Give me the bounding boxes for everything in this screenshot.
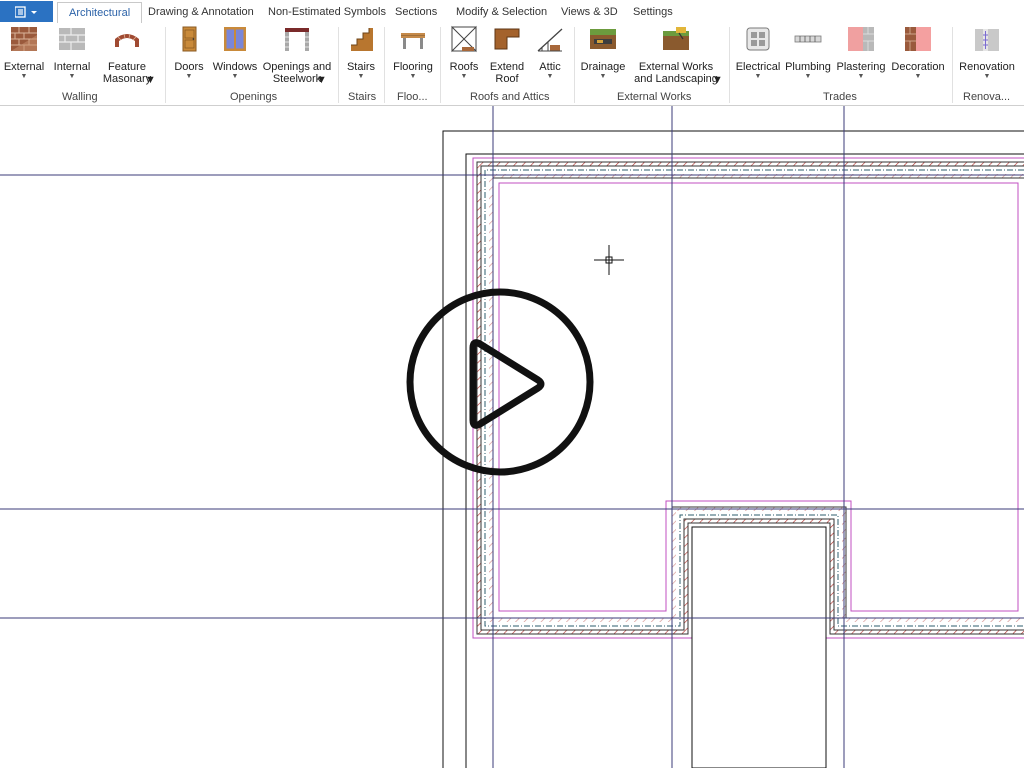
group-separator: [440, 27, 441, 103]
feature-arch-icon: [115, 33, 139, 47]
extend-roof-button[interactable]: Extend Roof: [486, 25, 528, 85]
tab-sections[interactable]: Sections: [384, 2, 448, 22]
group-separator: [952, 27, 953, 103]
doors-button[interactable]: Doors ▼: [170, 25, 208, 81]
application-menu-button[interactable]: [0, 1, 53, 22]
internal-wall-button[interactable]: Internal ▼: [50, 25, 94, 81]
group-label-roofs-attics: Roofs and Attics: [470, 91, 550, 103]
group-separator: [574, 27, 575, 103]
chevron-down-icon: ▼: [20, 73, 28, 80]
menu-icon: [14, 5, 37, 18]
brick-wall-icon: [11, 27, 37, 51]
group-label-openings: Openings: [230, 91, 278, 103]
plumbing-label: Plumbing: [785, 61, 831, 73]
attic-icon: [537, 28, 563, 52]
chevron-down-icon: ▼: [460, 73, 468, 80]
steel-opening-icon: [285, 28, 309, 51]
chevron-down-icon: ▼: [804, 73, 812, 80]
ribbon-panel: External ▼ Internal ▼ Feature Masonary ▼…: [0, 23, 1024, 106]
renovation-label: Renovation: [959, 61, 1015, 73]
door-icon: [182, 26, 197, 52]
extend-roof-icon: [494, 28, 520, 50]
chevron-down-icon: ▼: [68, 73, 76, 80]
chevron-down-icon: ▼: [712, 74, 723, 86]
bay-inner-box: [691, 526, 827, 768]
chevron-down-icon: ▼: [316, 74, 327, 86]
tab-settings[interactable]: Settings: [622, 2, 684, 22]
chevron-down-icon: ▼: [754, 73, 762, 80]
doors-label: Doors: [174, 61, 204, 73]
group-label-trades: Trades: [823, 91, 857, 103]
tab-non-estimated-symbols[interactable]: Non-Estimated Symbols: [257, 2, 397, 22]
group-label-walling: Walling: [62, 91, 98, 103]
drainage-icon: [590, 29, 616, 49]
chevron-down-icon: ▼: [914, 73, 922, 80]
group-separator: [165, 27, 166, 103]
chevron-down-icon: ▼: [983, 73, 991, 80]
plumbing-icon: [794, 35, 822, 43]
tab-views-3d[interactable]: Views & 3D: [550, 2, 629, 22]
electrical-button[interactable]: Electrical ▼: [734, 25, 782, 81]
crosshair-cursor-icon: [594, 245, 624, 275]
decoration-label: Decoration: [891, 61, 945, 73]
plumbing-button[interactable]: Plumbing ▼: [784, 25, 832, 81]
drainage-button[interactable]: Drainage ▼: [579, 25, 627, 81]
group-label-renovation: Renova...: [963, 91, 1011, 103]
extend-roof-label: Extend Roof: [489, 61, 525, 85]
landscaping-icon: [663, 27, 689, 50]
roofs-button[interactable]: Roofs ▼: [445, 25, 483, 81]
stairs-icon: [351, 28, 373, 51]
group-label-stairs: Stairs: [348, 91, 377, 103]
renovation-button[interactable]: Renovation ▼: [957, 25, 1017, 81]
decoration-icon: [905, 27, 931, 51]
chevron-down-icon: ▼: [546, 73, 554, 80]
stairs-button[interactable]: Stairs ▼: [343, 25, 379, 81]
stairs-label: Stairs: [346, 61, 376, 73]
drainage-label: Drainage: [580, 61, 626, 73]
tab-modify-selection[interactable]: Modify & Selection: [445, 2, 558, 22]
flooring-icon: [401, 33, 425, 49]
group-label-flooring: Floo...: [397, 91, 428, 103]
group-label-external-works: External Works: [617, 91, 692, 103]
roofs-label: Roofs: [449, 61, 479, 73]
plastering-label: Plastering: [836, 61, 886, 73]
electrical-icon: [746, 27, 770, 51]
external-wall-button[interactable]: External ▼: [2, 25, 46, 81]
chevron-down-icon: ▼: [599, 73, 607, 80]
play-button-icon[interactable]: [400, 282, 600, 482]
electrical-label: Electrical: [735, 61, 781, 73]
chevron-down-icon: ▼: [231, 73, 239, 80]
window-icon: [224, 27, 246, 51]
renovation-icon: [975, 29, 999, 51]
flooring-button[interactable]: Flooring ▼: [389, 25, 437, 81]
drawing-canvas[interactable]: [0, 106, 1024, 768]
external-works-landscaping-label: External Works and Landscaping: [634, 61, 718, 85]
decoration-button[interactable]: Decoration ▼: [890, 25, 946, 81]
group-separator: [729, 27, 730, 103]
ribbon-tab-bar: Architectural Drawing & Annotation Non-E…: [0, 0, 1024, 25]
chevron-down-icon: ▼: [357, 73, 365, 80]
attic-label: Attic: [539, 61, 561, 73]
external-label: External: [3, 61, 45, 73]
group-separator: [384, 27, 385, 103]
group-separator: [338, 27, 339, 103]
chevron-down-icon: ▼: [185, 73, 193, 80]
windows-button[interactable]: Windows ▼: [212, 25, 258, 81]
tab-drawing-annotation[interactable]: Drawing & Annotation: [137, 2, 265, 22]
tab-architectural[interactable]: Architectural: [57, 2, 143, 25]
chevron-down-icon: ▼: [145, 74, 156, 86]
chevron-down-icon: ▼: [857, 73, 865, 80]
flooring-label: Flooring: [393, 61, 433, 73]
block-wall-icon: [59, 28, 85, 50]
windows-label: Windows: [212, 61, 258, 73]
plastering-button[interactable]: Plastering ▼: [836, 25, 886, 81]
plastering-icon: [848, 27, 874, 51]
chevron-down-icon: ▼: [409, 73, 417, 80]
external-works-landscaping-button[interactable]: External Works and Landscaping: [630, 25, 722, 85]
attic-button[interactable]: Attic ▼: [532, 25, 568, 81]
internal-label: Internal: [53, 61, 91, 73]
roof-icon: [451, 25, 477, 53]
